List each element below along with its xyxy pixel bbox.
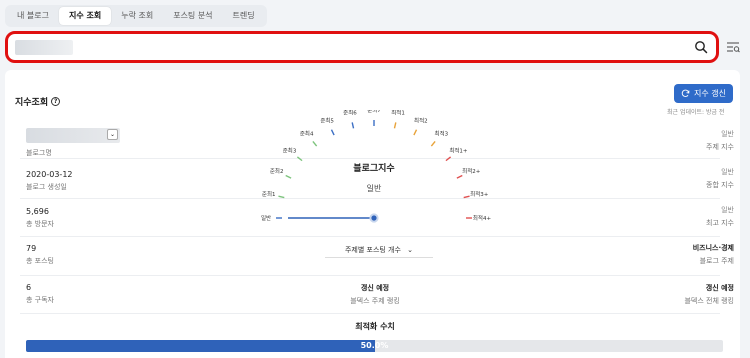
tab-index-lookup[interactable]: 지수 조회	[58, 7, 112, 25]
max-index-value: 일반	[721, 206, 734, 214]
topic-index-item: 일반 주제 지수	[706, 129, 734, 152]
posts-label: 총 포스팅	[26, 257, 54, 265]
tab-missing-lookup[interactable]: 누락 조회	[111, 7, 163, 25]
filter-list-icon[interactable]	[724, 38, 742, 56]
all-rank-item: 갱신 예정 블덱스 전체 랭킹	[684, 283, 734, 306]
gauge-tick	[278, 195, 285, 199]
gauge-tick	[463, 195, 470, 199]
gauge-level-label: 준최1	[262, 190, 276, 198]
subscribers-value: 6	[26, 283, 32, 292]
row-divider	[20, 313, 720, 314]
overall-index-item: 일반 종합 지수	[706, 167, 734, 190]
gauge-tick	[393, 122, 397, 129]
refresh-button-label: 지수 갱신	[694, 89, 726, 98]
optimization-progress-bar: 50.0%	[26, 340, 723, 352]
gauge-tick	[296, 156, 303, 162]
tab-my-blog[interactable]: 내 블로그	[7, 7, 59, 25]
gauge-level-label: 준최3	[283, 147, 297, 155]
chevron-down-icon: ⌄	[407, 246, 414, 254]
tab-posting-analysis[interactable]: 포스팅 분석	[163, 7, 222, 25]
blog-topic-label: 블로그 주제	[699, 257, 734, 265]
blog-name-redacted	[26, 128, 120, 143]
created-date-item: 2020-03-12 블로그 생성일	[26, 170, 73, 192]
gauge-tick	[456, 174, 463, 179]
last-updated-text: 최근 업데이트: 방금 전	[667, 109, 725, 116]
gauge-tick	[445, 156, 452, 162]
tab-trending[interactable]: 트렌딩	[223, 7, 265, 25]
max-index-label: 최고 지수	[706, 219, 734, 227]
gauge-tick	[430, 140, 436, 147]
posts-item: 79 총 포스팅	[26, 244, 54, 266]
max-index-item: 일반 최고 지수	[706, 205, 734, 228]
topic-index-label: 주제 지수	[706, 143, 734, 151]
gauge-level-label: 준최4	[300, 130, 314, 138]
row-divider	[20, 236, 720, 237]
created-date-label: 블로그 생성일	[26, 183, 67, 191]
topic-rank-value: 갱신 예정	[360, 284, 390, 292]
help-icon[interactable]: ?	[51, 97, 61, 106]
gauge-tick	[285, 174, 292, 179]
card-title: 지수조회 ?	[15, 95, 61, 108]
gauge-level-label: 최적2+	[462, 167, 481, 175]
topic-rank-item: 갱신 예정 블덱스 주제 랭킹	[325, 283, 425, 306]
refresh-icon	[681, 89, 690, 98]
search-box	[5, 31, 719, 63]
created-date-value: 2020-03-12	[26, 170, 73, 179]
topic-posting-count-label: 주제별 포스팅 개수	[344, 246, 401, 254]
visitors-label: 총 방문자	[26, 220, 54, 228]
row-divider	[20, 275, 720, 276]
optimization-progress-label: 50.0%	[360, 341, 389, 350]
refresh-index-button[interactable]: 지수 갱신	[674, 84, 733, 103]
visitors-value: 5,696	[26, 207, 49, 216]
gauge-tick	[413, 129, 418, 136]
gauge-tick	[312, 140, 318, 147]
gauge-level-label: 최적4+	[473, 214, 492, 222]
topic-index-value: 일반	[721, 130, 734, 138]
gauge-level-label: 준최6	[343, 110, 357, 117]
blog-topic-item: 비즈니스·경제 블로그 주제	[693, 243, 734, 266]
gauge-level-label: 최적3+	[470, 190, 489, 198]
blog-name-item: 블로그명	[26, 145, 52, 158]
gauge-level-label: 최적1+	[449, 147, 468, 155]
all-rank-label: 블덱스 전체 랭킹	[684, 297, 734, 305]
gauge-level-label: 최적1	[391, 110, 405, 117]
topic-posting-count-select[interactable]: 주제별 포스팅 개수 ⌄	[325, 242, 433, 258]
all-rank-value: 갱신 예정	[705, 284, 734, 292]
gauge-tick	[351, 122, 355, 129]
search-icon[interactable]	[694, 40, 708, 54]
gauge-tick	[330, 129, 335, 136]
gauge-title: 블로그지수	[353, 162, 394, 174]
overall-index-label: 종합 지수	[706, 181, 734, 189]
gauge-level-label: 최적3	[435, 130, 449, 138]
search-input[interactable]	[18, 38, 678, 56]
gauge-level-label: 일반	[261, 214, 271, 222]
gauge-level-label: 준최5	[320, 117, 334, 125]
gauge-current-level: 일반	[367, 184, 382, 193]
card-title-text: 지수조회	[15, 98, 49, 108]
gauge-needle-knob	[369, 213, 379, 223]
topic-rank-label: 블덱스 주제 랭킹	[350, 297, 400, 305]
posts-value: 79	[26, 244, 37, 253]
blog-select-chevron-icon[interactable]: ⌄	[107, 129, 118, 140]
overall-index-value: 일반	[721, 168, 734, 176]
gauge-level-label: 준최7	[367, 110, 381, 114]
blog-topic-value: 비즈니스·경제	[692, 244, 734, 252]
blog-index-gauge: 블로그지수 일반 일반준최1준최2준최3준최4준최5준최6 준최7 최적1최적2최적…	[261, 110, 492, 223]
optimization-title: 최적화 수치	[355, 322, 395, 331]
blog-name-label: 블로그명	[26, 149, 52, 157]
subscribers-label: 총 구독자	[26, 296, 54, 304]
gauge-level-label: 준최2	[270, 167, 284, 175]
gauge-level-label: 최적2	[414, 117, 428, 125]
visitors-item: 5,696 총 방문자	[26, 207, 54, 229]
subscribers-item: 6 총 구독자	[26, 283, 54, 305]
top-tabs: 내 블로그 지수 조회 누락 조회 포스팅 분석 트렌딩	[5, 5, 267, 27]
